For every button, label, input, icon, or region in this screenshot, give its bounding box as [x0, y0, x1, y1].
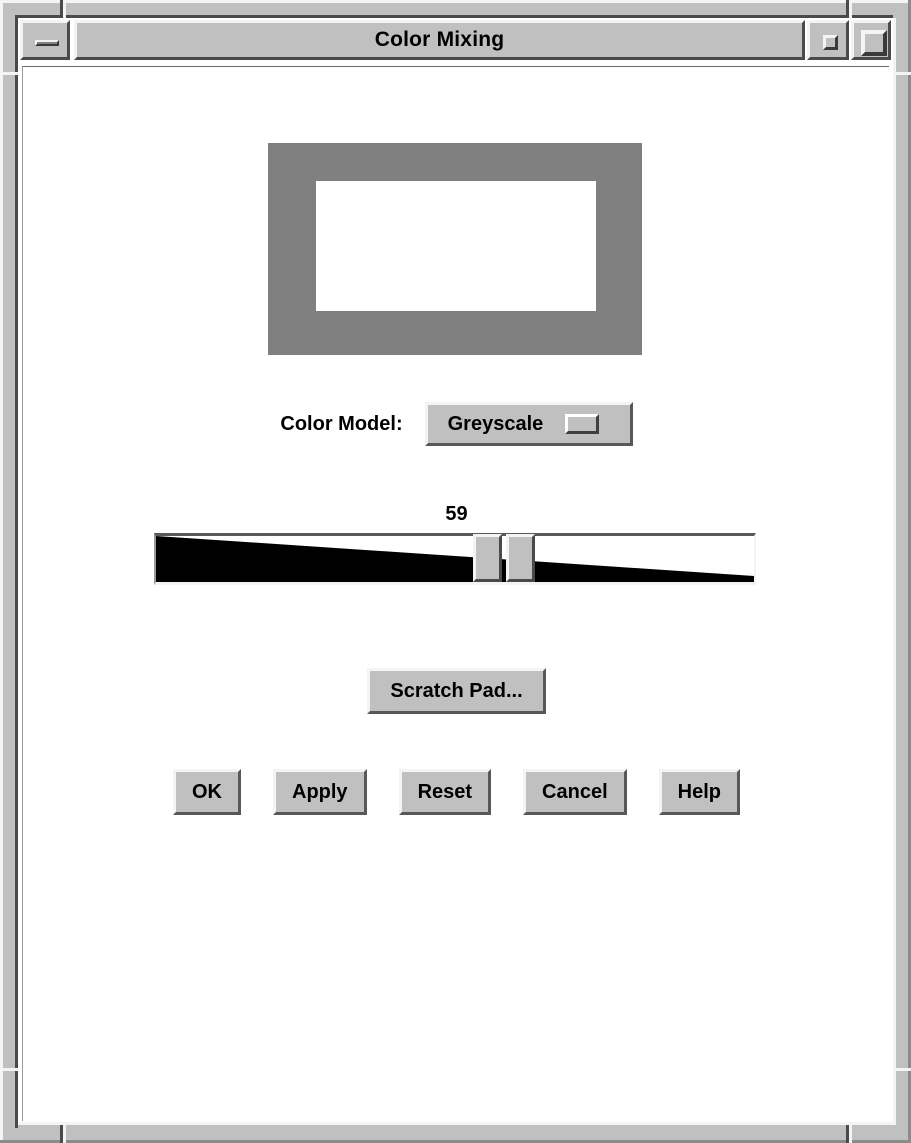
frame-outer-highlight-top: [0, 0, 911, 3]
grip-separator-left-top: [0, 72, 18, 75]
color-preview-swatch: [268, 143, 642, 355]
color-model-row: Color Model: Greyscale: [23, 402, 889, 446]
grip-separator-left-bottom: [0, 1068, 18, 1071]
maximize-button[interactable]: [851, 20, 891, 60]
maximize-icon: [861, 30, 887, 56]
grip-separator-right-top: [893, 72, 911, 75]
scratch-pad-row: Scratch Pad...: [23, 668, 889, 714]
slider-wedge-icon: [156, 536, 754, 582]
cancel-button[interactable]: Cancel: [523, 769, 627, 815]
ok-button[interactable]: OK: [173, 769, 241, 815]
color-model-label: Color Model:: [280, 412, 403, 435]
window-title: Color Mixing: [374, 28, 505, 51]
grip-separator-right-bottom: [893, 1068, 911, 1071]
grip-separator-bottom-left-hl: [63, 1125, 66, 1143]
title-bar-label-area: Color Mixing: [74, 20, 805, 60]
frame-inner-highlight-bottom: [18, 1122, 896, 1125]
dialog-client-area: Color Model: Greyscale 59 Scratch Pad...: [22, 66, 889, 1121]
color-preview-inner: [316, 181, 596, 311]
restore-button[interactable]: [807, 20, 849, 60]
slider-trough[interactable]: [154, 533, 756, 585]
color-model-option-menu[interactable]: Greyscale: [424, 402, 633, 446]
restore-icon: [823, 35, 838, 50]
apply-button[interactable]: Apply: [273, 769, 367, 815]
color-model-selected-value: Greyscale: [447, 412, 544, 435]
minimize-icon: [35, 40, 59, 46]
slider-thumb-left-half: [473, 534, 502, 582]
grip-separator-top-right-hl: [849, 0, 852, 18]
frame-outer-highlight-left: [0, 0, 3, 1143]
frame-inner-highlight-right: [893, 18, 896, 1125]
slider-thumb[interactable]: [473, 534, 535, 582]
scale-value-label: 59: [445, 503, 468, 525]
action-button-row: OK Apply Reset Cancel Help: [23, 769, 889, 815]
slider-thumb-right-half: [506, 534, 535, 582]
option-menu-indicator-icon: [565, 414, 600, 434]
greyscale-slider[interactable]: [154, 533, 756, 585]
grip-separator-top-left-hl: [63, 0, 66, 18]
minimize-button[interactable]: [20, 20, 70, 60]
frame-inner-shadow-left: [15, 15, 18, 1128]
reset-button[interactable]: Reset: [398, 769, 492, 815]
help-button[interactable]: Help: [658, 769, 740, 815]
window-frame: Color Mixing Color Model: Greyscale 59 S…: [0, 0, 911, 1143]
grip-separator-bottom-right-hl: [849, 1125, 852, 1143]
scratch-pad-button[interactable]: Scratch Pad...: [367, 668, 546, 714]
title-bar[interactable]: Color Mixing: [18, 18, 893, 62]
